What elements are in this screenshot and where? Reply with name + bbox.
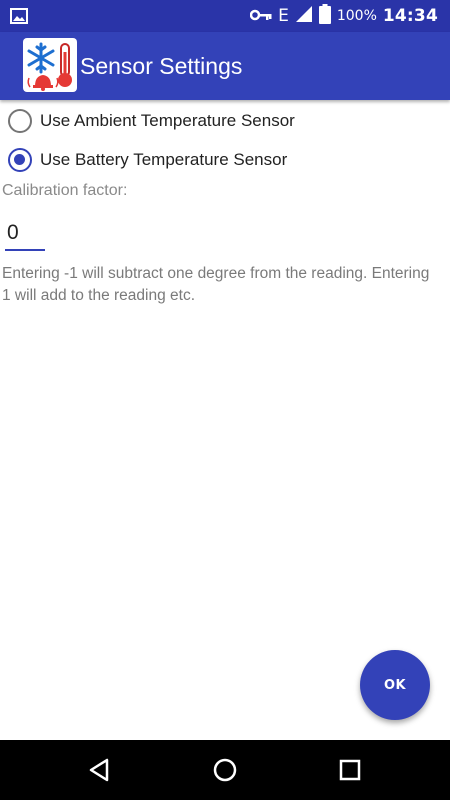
radio-label-battery: Use Battery Temperature Sensor bbox=[40, 150, 288, 169]
status-bar: E 100% 14:34 bbox=[0, 0, 450, 32]
calibration-hint: Entering -1 will subtract one degree fro… bbox=[2, 265, 430, 304]
battery-icon bbox=[318, 4, 331, 28]
home-icon[interactable] bbox=[210, 755, 240, 785]
back-icon[interactable] bbox=[85, 755, 115, 785]
ok-button[interactable]: OK bbox=[360, 650, 430, 720]
recents-icon[interactable] bbox=[335, 755, 365, 785]
image-notification-icon bbox=[10, 8, 28, 24]
calibration-label: Calibration factor: bbox=[2, 182, 128, 199]
clock: 14:34 bbox=[382, 6, 438, 26]
radio-label-ambient: Use Ambient Temperature Sensor bbox=[40, 111, 295, 130]
navigation-bar bbox=[0, 740, 450, 800]
radio-ambient-sensor[interactable]: Use Ambient Temperature Sensor bbox=[0, 101, 450, 141]
app-bar: Sensor Settings bbox=[0, 32, 450, 100]
network-type: E bbox=[278, 6, 289, 26]
radio-button-checked[interactable] bbox=[8, 148, 32, 172]
radio-button-unchecked[interactable] bbox=[8, 109, 32, 133]
status-icons: E 100% 14:34 bbox=[249, 0, 438, 32]
battery-percent: 100% bbox=[336, 8, 377, 24]
app-logo-icon bbox=[23, 38, 77, 92]
calibration-input[interactable] bbox=[5, 217, 45, 251]
signal-icon bbox=[295, 5, 313, 27]
radio-battery-sensor[interactable]: Use Battery Temperature Sensor bbox=[0, 140, 450, 180]
key-icon bbox=[249, 7, 272, 26]
page-title: Sensor Settings bbox=[80, 53, 243, 79]
